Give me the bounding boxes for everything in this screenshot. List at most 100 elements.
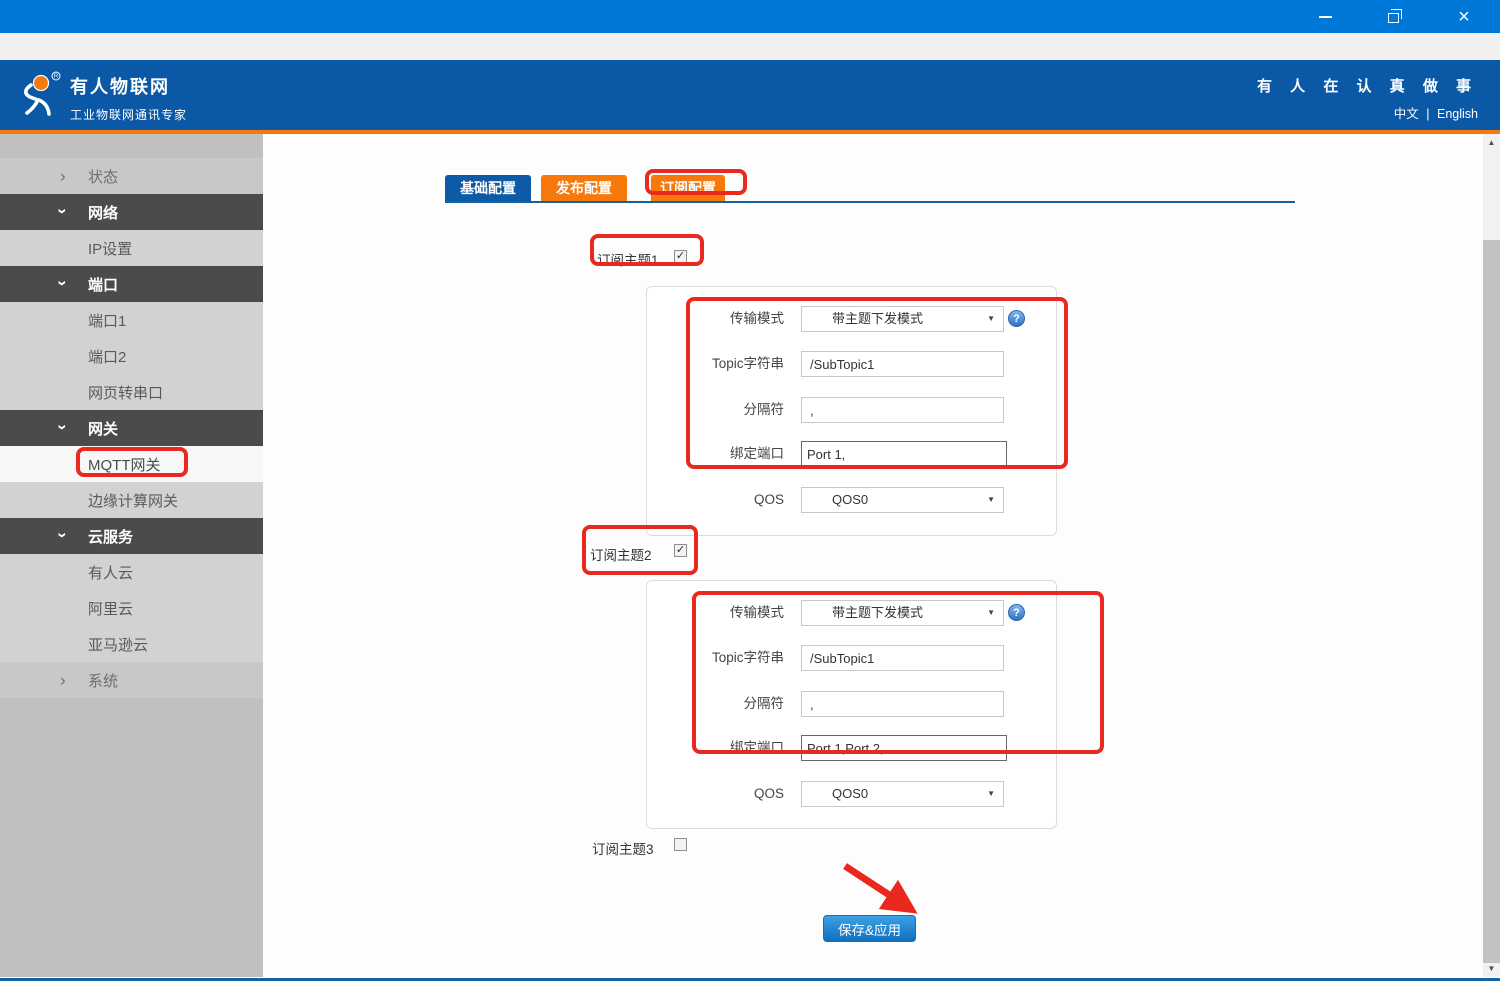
vertical-scrollbar[interactable]: ▲ ▼ <box>1483 134 1500 977</box>
separator-input[interactable] <box>801 397 1004 423</box>
subscribe-topic1-panel: 传输模式 带主题下发模式▼ ? Topic字符串 分隔符 绑定端口 QOS QO… <box>646 286 1057 536</box>
sidebar-item-gateway[interactable]: › 网关 <box>0 410 263 446</box>
transfer-mode-select[interactable]: 带主题下发模式 ▼ <box>801 600 1004 626</box>
sidebar-item-label: MQTT网关 <box>88 454 161 475</box>
save-apply-button[interactable]: 保存&应用 <box>823 915 916 942</box>
sidebar-item-label: 端口 <box>88 274 118 295</box>
registered-mark: R <box>54 74 59 80</box>
sidebar-item-label: 云服务 <box>88 526 133 547</box>
subscribe-topic3-checkbox[interactable] <box>674 838 687 851</box>
close-button[interactable]: × <box>1443 0 1485 33</box>
sidebar-item-label: 端口1 <box>88 310 126 331</box>
lang-zh-link[interactable]: 中文 <box>1394 107 1419 121</box>
transfer-mode-value: 带主题下发模式 <box>832 605 923 620</box>
qos-label: QOS <box>647 487 784 513</box>
sidebar-item-status[interactable]: ›状态 <box>0 158 263 194</box>
chevron-right-icon: › <box>60 672 66 689</box>
transfer-mode-label: 传输模式 <box>647 600 784 626</box>
chevron-down-icon: › <box>54 280 71 286</box>
sidebar-item-usr-cloud[interactable]: 有人云 <box>0 554 263 590</box>
subscribe-topic1-label: 订阅主题1 <box>597 249 659 269</box>
sidebar-item-label: 网络 <box>88 202 118 223</box>
question-mark: ? <box>1013 313 1020 325</box>
bind-port-input[interactable] <box>801 441 1007 467</box>
sidebar-item-cloud-services[interactable]: › 云服务 <box>0 518 263 554</box>
separator-label: 分隔符 <box>647 691 784 717</box>
chevron-down-icon: › <box>54 532 71 538</box>
tab-publish-config[interactable]: 发布配置 <box>541 175 627 202</box>
lang-separator: | <box>1426 107 1429 121</box>
annotation-arrow <box>833 860 928 922</box>
sidebar-item-web-to-serial[interactable]: 网页转串口 <box>0 374 263 410</box>
subscribe-topic1-checkbox[interactable]: ✓ <box>674 250 687 263</box>
sidebar-item-label: 端口2 <box>88 346 126 367</box>
sidebar-item-label: 有人云 <box>88 562 133 583</box>
qos-value: QOS0 <box>832 786 868 801</box>
window-titlebar: × <box>0 0 1500 33</box>
qos-label: QOS <box>647 781 784 807</box>
sidebar-item-label: 亚马逊云 <box>88 634 148 655</box>
close-icon: × <box>1458 7 1470 27</box>
sidebar-item-label: 网关 <box>88 418 118 439</box>
dropdown-arrow-icon: ▼ <box>987 307 995 331</box>
bind-port-label: 绑定端口 <box>647 735 784 761</box>
subscribe-topic3-label: 订阅主题3 <box>592 838 654 858</box>
topic-string-label: Topic字符串 <box>647 645 784 671</box>
help-icon[interactable]: ? <box>1008 604 1025 621</box>
help-icon[interactable]: ? <box>1008 310 1025 327</box>
tab-subscribe-config[interactable]: 订阅配置 <box>651 175 725 202</box>
sidebar-item-ali-cloud[interactable]: 阿里云 <box>0 590 263 626</box>
sidebar-item-port1[interactable]: 端口1 <box>0 302 263 338</box>
separator-label: 分隔符 <box>647 397 784 423</box>
dropdown-arrow-icon: ▼ <box>987 488 995 512</box>
sidebar-item-network[interactable]: ›网络 <box>0 194 263 230</box>
bind-port-input[interactable] <box>801 735 1007 761</box>
topic-string-input[interactable] <box>801 351 1004 377</box>
sidebar-item-amazon-cloud[interactable]: 亚马逊云 <box>0 626 263 662</box>
qos-select[interactable]: QOS0▼ <box>801 781 1004 807</box>
transfer-mode-value: 带主题下发模式 <box>832 311 923 326</box>
sidebar-item-label: 系统 <box>88 670 118 691</box>
sidebar-item-mqtt-gateway[interactable]: MQTT网关 <box>0 446 263 482</box>
tab-underline <box>445 201 1295 203</box>
check-icon: ✓ <box>676 545 685 556</box>
sidebar-item-system[interactable]: › 系统 <box>0 662 263 698</box>
restore-button[interactable] <box>1372 0 1414 33</box>
tab-basic-config[interactable]: 基础配置 <box>445 175 531 202</box>
sidebar-item-label: 网页转串口 <box>88 382 163 403</box>
main-content: 基础配置 发布配置 订阅配置 订阅主题1 ✓ 传输模式 带主题下发模式 ▼ ? T… <box>263 134 1483 977</box>
brand-title: 有人物联网 <box>70 73 187 99</box>
sidebar-nav: ›状态 ›网络 IP设置 ›端口 端口1 端口2 网页转串口 ›网关 MQTT网… <box>0 134 263 977</box>
sidebar-item-ports[interactable]: › 端口 <box>0 266 263 302</box>
transfer-mode-label: 传输模式 <box>647 306 784 332</box>
sidebar-item-label: IP设置 <box>88 238 132 259</box>
header-slogan: 有 人 在 认 真 做 事 <box>1257 75 1478 96</box>
brand-subtitle: 工业物联网通讯专家 <box>70 106 187 123</box>
usr-logo-icon: R <box>16 71 64 119</box>
sidebar-item-port2[interactable]: 端口2 <box>0 338 263 374</box>
minimize-button[interactable] <box>1304 0 1346 33</box>
scroll-up-button[interactable]: ▲ <box>1483 134 1500 151</box>
restore-icon <box>1388 13 1399 23</box>
window-bottom-border <box>0 978 1500 981</box>
scroll-down-button[interactable]: ▼ <box>1483 960 1500 977</box>
sidebar-item-edge-computing-gateway[interactable]: 边缘计算网关 <box>0 482 263 518</box>
scroll-down-icon: ▼ <box>1488 964 1496 973</box>
lang-en-link[interactable]: English <box>1437 107 1478 121</box>
qos-value: QOS0 <box>832 492 868 507</box>
separator-input[interactable] <box>801 691 1004 717</box>
scrollbar-thumb[interactable] <box>1483 240 1500 963</box>
minimize-icon <box>1319 16 1332 18</box>
subscribe-topic2-checkbox[interactable]: ✓ <box>674 544 687 557</box>
qos-select[interactable]: QOS0 ▼ <box>801 487 1004 513</box>
sidebar-item-label: 边缘计算网关 <box>88 490 178 511</box>
dropdown-arrow-icon: ▼ <box>987 601 995 625</box>
sidebar-item-label: 阿里云 <box>88 598 133 619</box>
browser-chrome-strip <box>0 33 1500 60</box>
page-header: R 有人物联网 工业物联网通讯专家 有 人 在 认 真 做 事 中文 | Eng… <box>0 60 1500 130</box>
subscribe-topic2-label: 订阅主题2 <box>590 544 652 564</box>
sidebar-item-ip-settings[interactable]: IP设置 <box>0 230 263 266</box>
topic-string-input[interactable] <box>801 645 1004 671</box>
transfer-mode-select[interactable]: 带主题下发模式 ▼ <box>801 306 1004 332</box>
chevron-down-icon: › <box>54 424 71 430</box>
